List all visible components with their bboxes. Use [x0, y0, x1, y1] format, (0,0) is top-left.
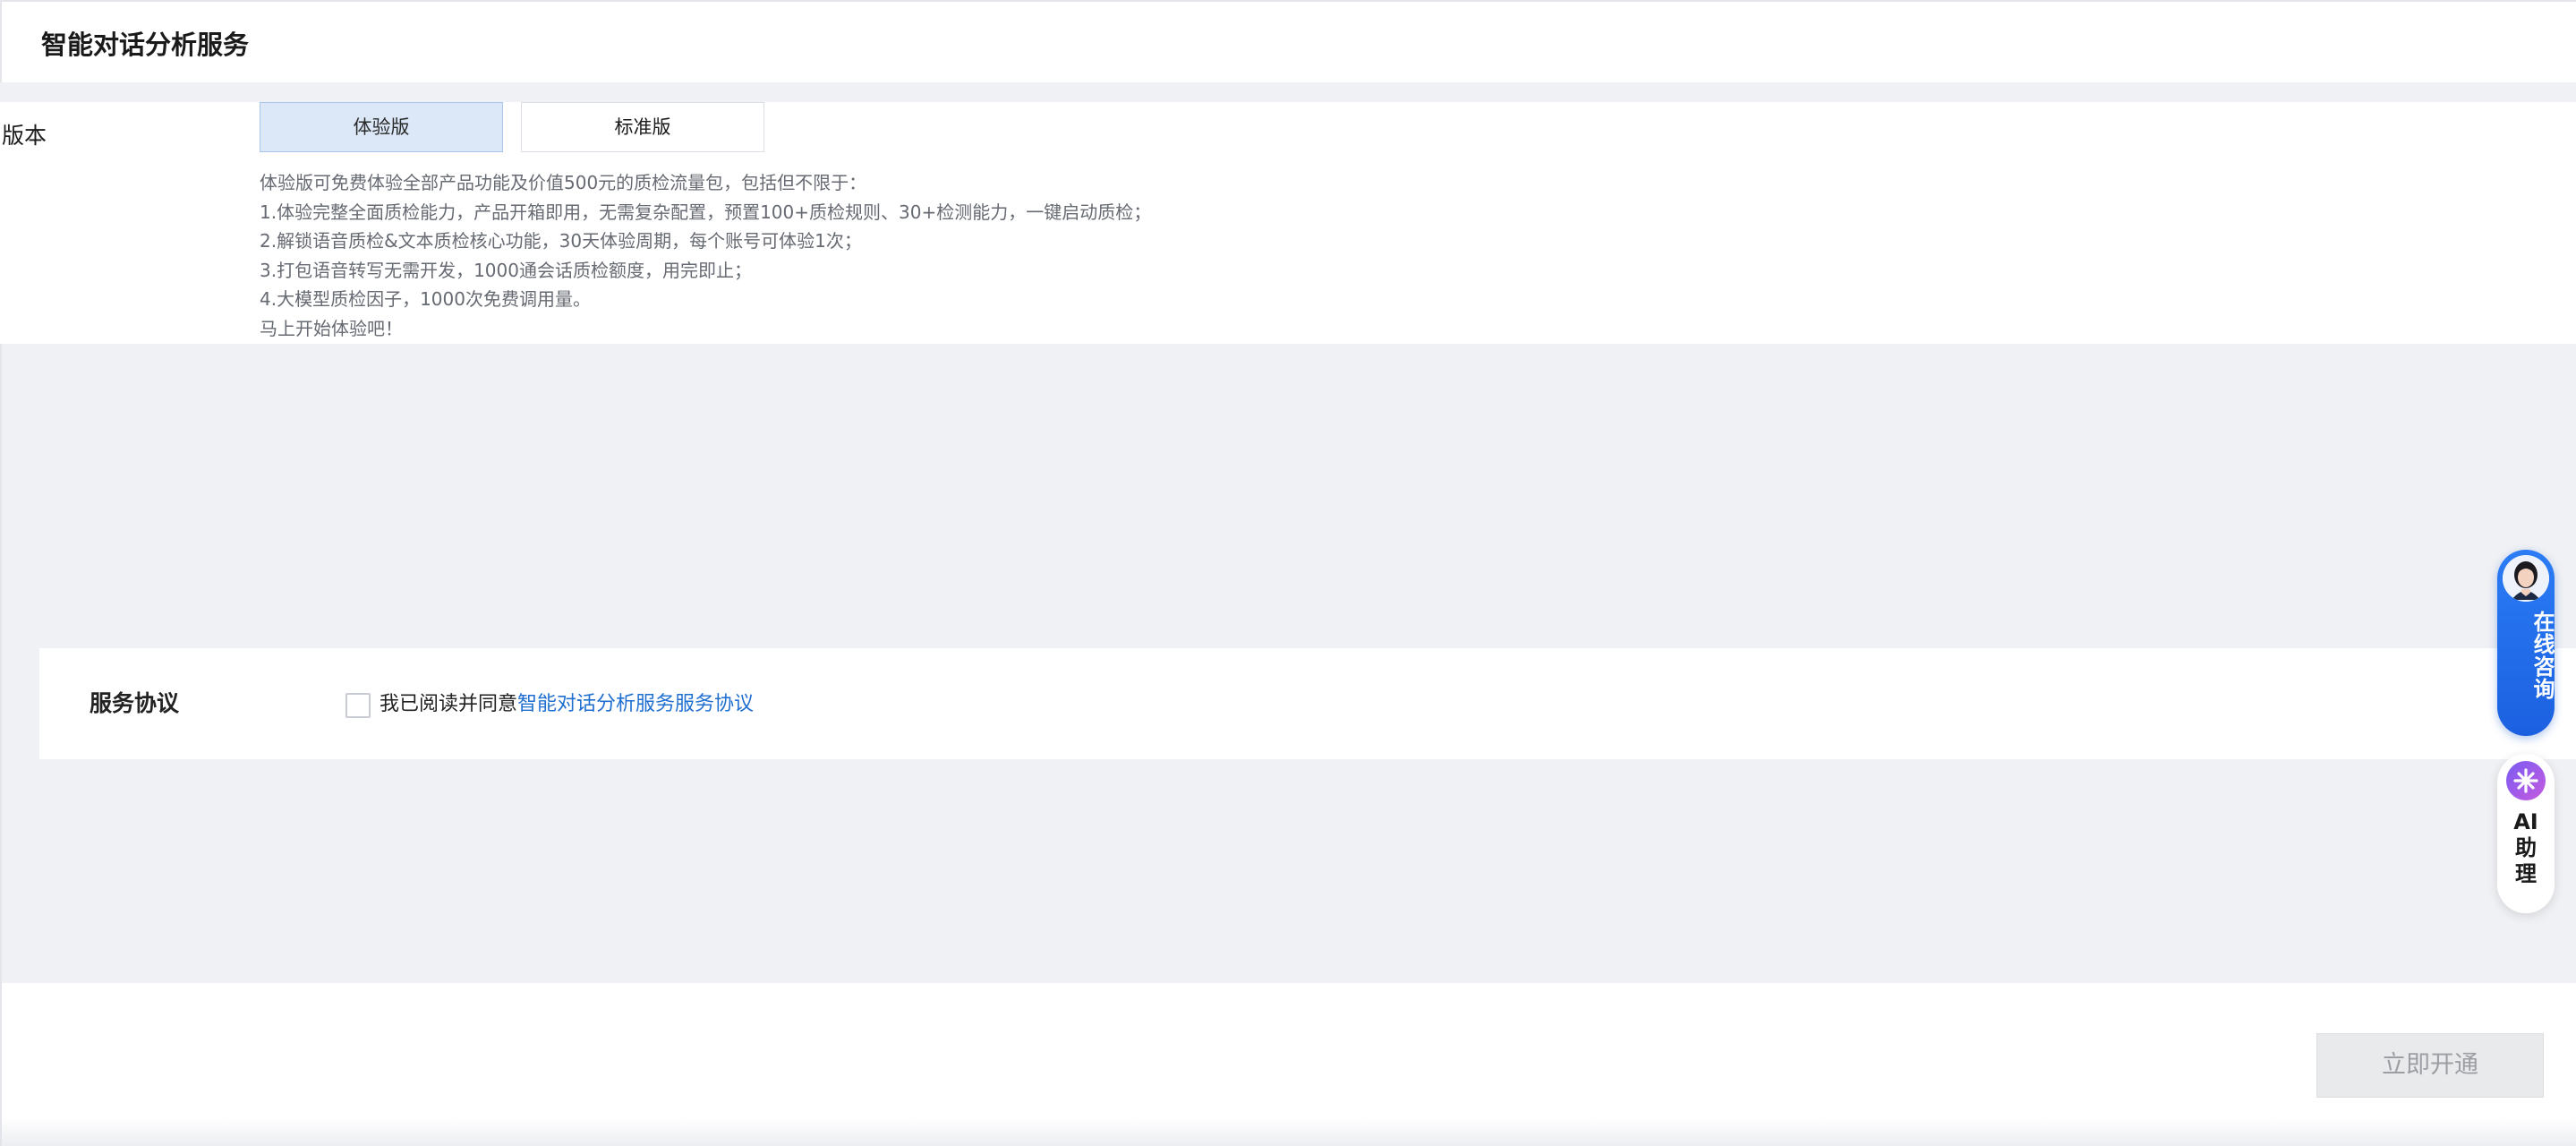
version-description: 体验版可免费体验全部产品功能及价值500元的质检流量包，包括但不限于： 1.体验… [260, 168, 1151, 343]
version-label: 版本 [2, 123, 47, 149]
consult-label: 在线咨询 [2529, 611, 2555, 700]
ai-assistant-icon [2506, 761, 2546, 800]
agreement-label: 服务协议 [90, 690, 180, 716]
activate-now-button[interactable]: 立即开通 [2316, 1033, 2544, 1098]
consultant-avatar-icon [2503, 555, 2549, 602]
agreement-prefix: 我已阅读并同意 [380, 693, 518, 715]
page-title: 智能对话分析服务 [41, 30, 250, 60]
ai-label-line: 理 [2515, 861, 2537, 886]
online-consult-button[interactable]: 在线咨询 [2497, 550, 2555, 736]
version-section: 版本 体验版 标准版 体验版可免费体验全部产品功能及价值500元的质检流量包，包… [0, 102, 2576, 344]
tab-trial-edition[interactable]: 体验版 [260, 102, 503, 152]
ai-label-line: AI [2513, 809, 2538, 834]
description-line: 马上开始体验吧！ [260, 317, 403, 339]
ai-assistant-label: AI 助 理 [2497, 809, 2555, 887]
agreement-card: 服务协议 我已阅读并同意智能对话分析服务服务协议 [39, 648, 2576, 759]
description-line: 3.打包语音转写无需开发，1000通会话质检额度，用完即止； [260, 259, 752, 281]
left-border [0, 344, 2, 983]
footer-shadow [0, 1117, 2576, 1146]
description-line: 4.大模型质检因子，1000次免费调用量。 [260, 288, 591, 310]
ai-label-line: 助 [2515, 835, 2537, 860]
description-line: 体验版可免费体验全部产品功能及价值500元的质检流量包，包括但不限于： [260, 172, 867, 193]
agreement-checkbox[interactable] [345, 693, 371, 718]
ai-assistant-button[interactable]: AI 助 理 [2497, 754, 2555, 913]
page-header: 智能对话分析服务 [0, 0, 2576, 82]
tab-standard-edition[interactable]: 标准版 [521, 102, 764, 152]
agreement-link[interactable]: 智能对话分析服务服务协议 [517, 693, 754, 715]
agreement-text: 我已阅读并同意智能对话分析服务服务协议 [380, 689, 754, 720]
description-line: 1.体验完整全面质检能力，产品开箱即用，无需复杂配置，预置100+质检规则、30… [260, 201, 1152, 223]
description-line: 2.解锁语音质检&文本质检核心功能，30天体验周期，每个账号可体验1次； [260, 230, 862, 252]
